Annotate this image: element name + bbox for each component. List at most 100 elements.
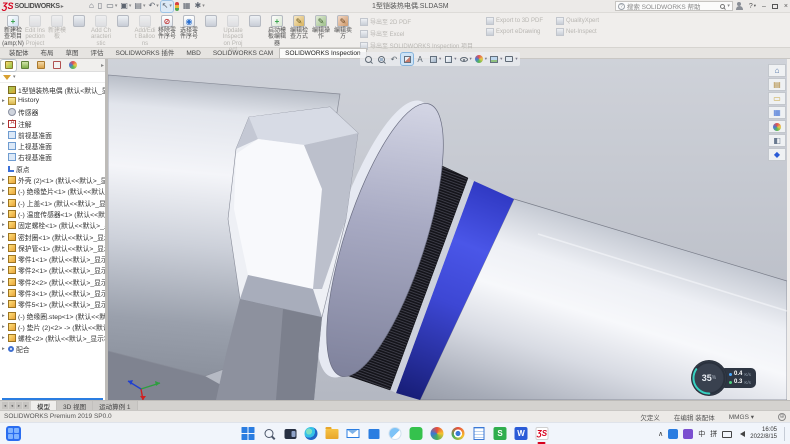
view-settings-icon[interactable]	[503, 53, 515, 65]
taskbar-corner-app-icon[interactable]	[6, 426, 21, 441]
custom-properties-icon[interactable]: ◧	[768, 134, 786, 147]
weather-icon[interactable]	[388, 426, 403, 441]
help-menu-button[interactable]: ?▾	[749, 3, 756, 10]
tree-item[interactable]: 上视基准面	[0, 140, 105, 151]
tree-item[interactable]: ▸ (-) 上盖<1> (默认<<默认>_显示状	[0, 197, 105, 208]
taskbar-search-icon[interactable]	[262, 426, 277, 441]
status-item[interactable]: 欠定义	[640, 412, 660, 422]
export-menu-item[interactable]: Net-Inspect	[556, 28, 599, 36]
panel-more-arrow[interactable]: ▸	[101, 62, 104, 69]
clock[interactable]: 16:05 2022/8/15	[750, 427, 777, 441]
command-tab[interactable]: 布局	[35, 45, 60, 58]
notes-icon[interactable]	[472, 426, 487, 441]
edge-icon[interactable]	[304, 426, 319, 441]
tree-item[interactable]: ▸ (-) 绝缘垫片<1> (默认<<默认>_显	[0, 186, 105, 197]
edit-appearance-icon[interactable]	[473, 53, 485, 65]
rebuild-icon[interactable]	[174, 1, 181, 12]
tree-item[interactable]: ▸ 零件1<1> (默认<<默认>_显示状态	[0, 253, 105, 264]
zoom-area-icon[interactable]	[375, 53, 387, 65]
command-tab[interactable]: SOLIDWORKS Inspection	[279, 48, 367, 58]
chrome-icon[interactable]	[451, 426, 466, 441]
tree-item[interactable]: ▸ 零件2<2> (默认<<默认>_显示状态	[0, 276, 105, 287]
tree-item[interactable]: 原点	[0, 163, 105, 174]
tree-item[interactable]: 右视基准面	[0, 152, 105, 163]
tree-item[interactable]: ▸ (-) 绝缘圈.step<1> (默认<<默认	[0, 310, 105, 321]
export-menu-item[interactable]: Export eDrawing	[486, 28, 543, 36]
command-tab[interactable]: 草图	[60, 45, 85, 58]
start-button[interactable]	[241, 426, 256, 441]
filter-funnel-icon[interactable]	[3, 75, 11, 80]
show-desktop-button[interactable]	[784, 427, 786, 441]
options-icon[interactable]: ✱ ▾	[193, 1, 205, 12]
tab-nav-arrow[interactable]: ◂	[9, 402, 15, 409]
file-explorer-icon[interactable]	[325, 426, 340, 441]
status-item[interactable]: MMGS ▾	[729, 413, 754, 421]
logo-expand-arrow[interactable]: ▸	[61, 3, 64, 10]
user-profile-icon[interactable]	[736, 6, 743, 10]
tray-expand-icon[interactable]: ∧	[658, 430, 663, 438]
globe-icon[interactable]: ⊕	[778, 413, 786, 421]
open-icon[interactable]: ▭ ▾	[105, 1, 118, 12]
print-icon[interactable]: ▤ ▾	[133, 1, 146, 12]
appearances-scenes-icon[interactable]	[768, 120, 786, 133]
save-icon[interactable]: ▣ ▾	[119, 1, 132, 12]
annotation-view-icon[interactable]: A	[414, 53, 426, 65]
tree-item[interactable]: ▸ 固定螺栓<1> (默认<<默认>_显示	[0, 220, 105, 231]
tree-item[interactable]: ▸ 配合	[0, 344, 105, 355]
tab-display-manager[interactable]	[65, 60, 80, 71]
solidworks-taskbar-icon[interactable]: ƷS	[535, 426, 550, 441]
tree-item[interactable]: 前视基准面	[0, 129, 105, 140]
solidworks-resources-icon[interactable]: ⌂	[768, 64, 786, 77]
tree-item[interactable]: ▸ 外壳 (2)<1> (默认<<默认>_显示状	[0, 174, 105, 185]
3d-viewport-canvas[interactable]	[108, 59, 787, 400]
export-menu-item[interactable]: 导出至 Excel	[360, 29, 473, 38]
document-tab[interactable]: 运动算例 1	[93, 401, 137, 410]
command-tab[interactable]: SOLIDWORKS 插件	[110, 45, 181, 58]
design-library-icon[interactable]: ▤	[768, 78, 786, 91]
apply-scene-icon[interactable]	[488, 53, 500, 65]
tab-property-manager[interactable]	[17, 60, 32, 71]
tree-item[interactable]: ▸ 零件3<1> (默认<<默认>_显示状态	[0, 287, 105, 298]
view-palette-icon[interactable]: ▦	[768, 106, 786, 119]
tree-item[interactable]: ▸ 保护管<1> (默认<<默认>_显示状态	[0, 242, 105, 253]
export-menu-item[interactable]: Export to 3D PDF	[486, 17, 543, 25]
network-monitor-widget[interactable]: 35% 0.4 K/s 0.3 K/s	[692, 361, 762, 395]
command-tab[interactable]: 装配体	[3, 45, 35, 58]
tree-item[interactable]: ▸ 密封圈<1> (默认<<默认>_显示状	[0, 231, 105, 242]
tab-configuration-manager[interactable]	[33, 60, 48, 71]
volume-icon[interactable]	[737, 431, 745, 437]
task-view-icon[interactable]	[283, 426, 298, 441]
tray-app2-icon[interactable]	[683, 429, 693, 439]
minimize-button[interactable]: –	[762, 3, 766, 10]
previous-view-icon[interactable]: ↶	[388, 53, 400, 65]
restore-button[interactable]	[772, 4, 778, 9]
command-tab[interactable]: 评估	[85, 45, 110, 58]
forum-icon[interactable]: ◆	[768, 148, 786, 161]
tree-item[interactable]: ▸ 零件2<1> (默认<<默认>_显示状态	[0, 265, 105, 276]
tab-feature-tree[interactable]	[1, 60, 16, 71]
ime-lang-indicator[interactable]: 中	[698, 429, 705, 439]
select-icon[interactable]: ↖ ▾	[161, 1, 173, 12]
search-help-box[interactable]: ? 搜索 SOLIDWORKS 帮助 ▾	[615, 1, 733, 11]
hide-show-items-icon[interactable]	[458, 53, 470, 65]
tree-item[interactable]: 1型铠装热电偶 (默认<默认_显示状态-1	[0, 84, 105, 95]
wechat-icon[interactable]	[409, 426, 424, 441]
file-explorer-icon[interactable]: ▭	[768, 92, 786, 105]
tree-item[interactable]: ▸ 螺栓<2> (默认<<默认>_显示状态	[0, 333, 105, 344]
tree-item[interactable]: ▸ 零件5<1> (默认<<默认>_显示状态	[0, 299, 105, 310]
export-menu-item[interactable]: 导出至 SOLIDWORKS Inspection 项目	[360, 41, 473, 50]
tree-item[interactable]: ▸ History	[0, 95, 105, 106]
command-tab[interactable]: SOLIDWORKS CAM	[207, 48, 279, 58]
word-icon[interactable]: W	[514, 426, 529, 441]
tab-nav-arrow[interactable]: ▸	[16, 402, 22, 409]
display-settings-icon[interactable]: ▦	[182, 1, 193, 12]
undo-icon[interactable]: ↶ ▾	[147, 1, 159, 12]
section-view-icon[interactable]	[401, 53, 413, 65]
tree-item[interactable]: 传感器	[0, 107, 105, 118]
status-item[interactable]: 在编辑 装配体	[674, 412, 715, 422]
cast-icon[interactable]	[722, 431, 732, 438]
view-orientation-icon[interactable]	[427, 53, 439, 65]
document-tab[interactable]: 模型	[31, 401, 57, 410]
tree-item[interactable]: ▸ (-) 垫片 (2)<2> -> (默认<<默认>_	[0, 321, 105, 332]
tab-dimxpert-manager[interactable]	[49, 60, 64, 71]
